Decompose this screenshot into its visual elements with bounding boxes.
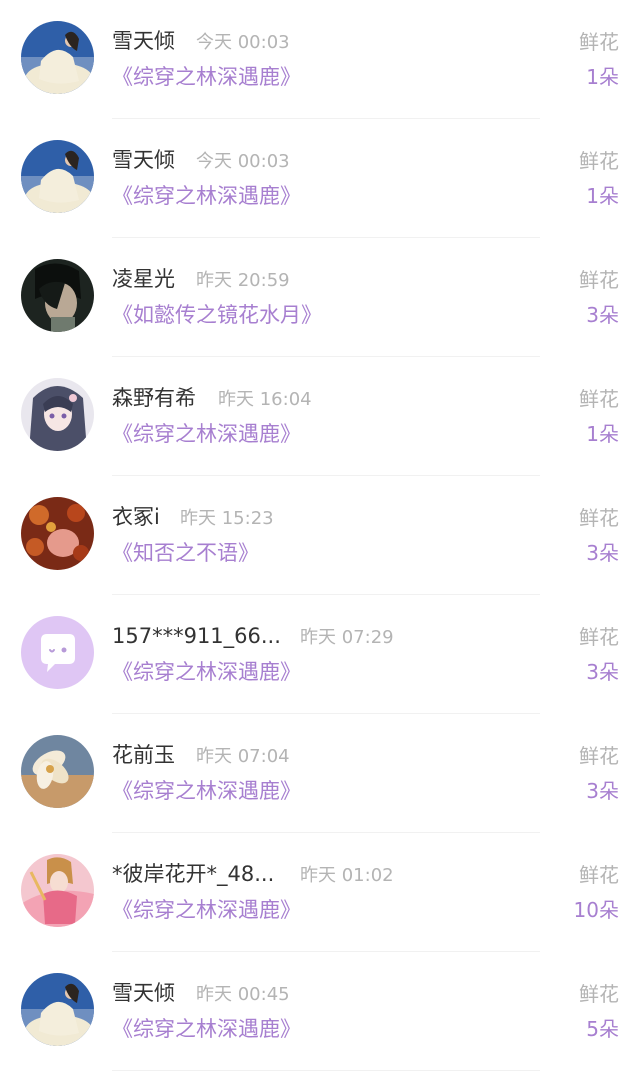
avatar[interactable]: [21, 259, 94, 332]
username[interactable]: 森野有希: [112, 384, 196, 412]
username[interactable]: 雪天倾: [112, 27, 175, 55]
gift-count: 1朵: [586, 422, 619, 446]
avatar[interactable]: [21, 735, 94, 808]
timestamp: 昨天 01:02: [300, 865, 394, 886]
list-item[interactable]: 花前玉 昨天 07:04 《综穿之林深遇鹿》 鲜花 3朵: [0, 714, 640, 833]
chat-bubble-icon: [21, 616, 94, 689]
anime-girl-avatar: [21, 378, 94, 451]
username[interactable]: *彼岸花开*_48...: [112, 860, 274, 888]
gift-type-label: 鲜花: [579, 149, 619, 173]
red-flowers-face-avatar: [21, 497, 94, 570]
gift-type-label: 鲜花: [579, 982, 619, 1006]
gift-count: 3朵: [586, 303, 619, 327]
gift-count: 10朵: [573, 898, 619, 922]
book-title-link[interactable]: 《综穿之林深遇鹿》: [112, 777, 301, 805]
avatar[interactable]: [21, 616, 94, 689]
book-title-link[interactable]: 《综穿之林深遇鹿》: [112, 182, 301, 210]
username[interactable]: 衣冢i: [112, 503, 160, 531]
username[interactable]: 花前玉: [112, 741, 175, 769]
book-title-link[interactable]: 《综穿之林深遇鹿》: [112, 1015, 301, 1043]
book-title-link[interactable]: 《知否之不语》: [112, 539, 259, 567]
avatar[interactable]: [21, 973, 94, 1046]
dark-haired-man-avatar: [21, 259, 94, 332]
list-item[interactable]: 雪天倾 今天 00:03 《综穿之林深遇鹿》 鲜花 1朵: [0, 0, 640, 119]
timestamp: 今天 00:03: [196, 32, 290, 53]
list-item[interactable]: 凌星光 昨天 20:59 《如懿传之镜花水月》 鲜花 3朵: [0, 238, 640, 357]
gift-type-label: 鲜花: [579, 268, 619, 292]
username[interactable]: 157***911_66...: [112, 622, 281, 650]
gift-type-label: 鲜花: [579, 506, 619, 530]
book-title-link[interactable]: 《综穿之林深遇鹿》: [112, 63, 301, 91]
avatar[interactable]: [21, 497, 94, 570]
list-item[interactable]: 森野有希 昨天 16:04 《综穿之林深遇鹿》 鲜花 1朵: [0, 357, 640, 476]
avatar[interactable]: [21, 140, 94, 213]
woman-in-white-dress-avatar: [21, 21, 94, 94]
book-title-link[interactable]: 《综穿之林深遇鹿》: [112, 658, 301, 686]
timestamp: 昨天 15:23: [180, 508, 274, 529]
list-item[interactable]: 157***911_66... 昨天 07:29 《综穿之林深遇鹿》 鲜花 3朵: [0, 595, 640, 714]
white-flower-avatar: [21, 735, 94, 808]
book-title-link[interactable]: 《如懿传之镜花水月》: [112, 301, 322, 329]
gift-type-label: 鲜花: [579, 30, 619, 54]
gift-record-list: 雪天倾 今天 00:03 《综穿之林深遇鹿》 鲜花 1朵 雪天倾 今天 00:0…: [0, 0, 640, 1080]
woman-in-white-dress-avatar: [21, 140, 94, 213]
avatar[interactable]: [21, 21, 94, 94]
username[interactable]: 雪天倾: [112, 146, 175, 174]
divider: [112, 1070, 540, 1071]
username[interactable]: 雪天倾: [112, 979, 175, 1007]
timestamp: 昨天 07:04: [196, 746, 290, 767]
list-item[interactable]: 衣冢i 昨天 15:23 《知否之不语》 鲜花 3朵: [0, 476, 640, 595]
gift-type-label: 鲜花: [579, 744, 619, 768]
list-item[interactable]: *彼岸花开*_48... 昨天 01:02 《综穿之林深遇鹿》 鲜花 10朵: [0, 833, 640, 952]
gift-count: 1朵: [586, 184, 619, 208]
timestamp: 今天 00:03: [196, 151, 290, 172]
timestamp: 昨天 00:45: [196, 984, 290, 1005]
gift-type-label: 鲜花: [579, 387, 619, 411]
timestamp: 昨天 16:04: [218, 389, 312, 410]
gift-count: 3朵: [586, 660, 619, 684]
timestamp: 昨天 20:59: [196, 270, 290, 291]
book-title-link[interactable]: 《综穿之林深遇鹿》: [112, 420, 301, 448]
costume-woman-avatar: [21, 854, 94, 927]
woman-in-white-dress-avatar: [21, 973, 94, 1046]
gift-type-label: 鲜花: [579, 625, 619, 649]
gift-count: 5朵: [586, 1017, 619, 1041]
gift-count: 3朵: [586, 779, 619, 803]
username[interactable]: 凌星光: [112, 265, 175, 293]
timestamp: 昨天 07:29: [300, 627, 394, 648]
gift-type-label: 鲜花: [579, 863, 619, 887]
avatar[interactable]: [21, 854, 94, 927]
avatar[interactable]: [21, 378, 94, 451]
list-item[interactable]: 雪天倾 今天 00:03 《综穿之林深遇鹿》 鲜花 1朵: [0, 119, 640, 238]
gift-count: 3朵: [586, 541, 619, 565]
gift-count: 1朵: [586, 65, 619, 89]
book-title-link[interactable]: 《综穿之林深遇鹿》: [112, 896, 301, 924]
list-item[interactable]: 雪天倾 昨天 00:45 《综穿之林深遇鹿》 鲜花 5朵: [0, 952, 640, 1071]
